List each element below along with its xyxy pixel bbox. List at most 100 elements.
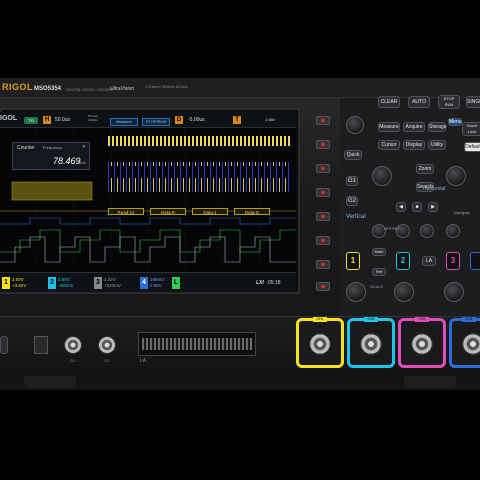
zoom-button[interactable]: Zoom — [416, 164, 434, 174]
la-button[interactable]: LA — [422, 256, 436, 266]
cursor-button[interactable]: Cursor — [378, 140, 400, 150]
bus-decode-label: Data:G — [234, 208, 270, 215]
ch1-scale-knob[interactable] — [346, 282, 366, 302]
default-button[interactable]: Default — [464, 142, 480, 152]
menu-button[interactable]: Menu — [448, 118, 462, 126]
vertical-section-label: Vertical — [346, 214, 366, 220]
counter-mode[interactable]: Frequency — [43, 145, 62, 150]
ch3-values: 1.32V +533mV — [104, 277, 121, 289]
softkey-2[interactable] — [316, 140, 330, 149]
ch3-tag[interactable]: 3 — [94, 277, 102, 289]
digital-burst — [108, 136, 290, 146]
horizontal-section-label: Horizontal — [423, 186, 446, 192]
horizontal-scale-knob[interactable] — [372, 166, 392, 186]
ch1-values: 2.00V +3.62V — [12, 277, 26, 289]
waveform-area — [0, 128, 296, 272]
scope-screen[interactable]: IGOL T'D H 50.0us 8GSa/s 10Mpts Measure … — [0, 112, 296, 292]
ch4-input-label: CH4 — [462, 317, 476, 322]
scale-label: SCALE — [370, 284, 384, 289]
ch1-bnc-connector[interactable] — [309, 333, 331, 355]
ch3-offset: +533mV — [104, 283, 121, 288]
softkey-4[interactable] — [316, 188, 330, 197]
left-foot — [24, 376, 76, 388]
touch-lock-button[interactable]: Touch Lock — [462, 122, 480, 136]
storage-button[interactable]: Storage — [428, 122, 447, 132]
counter-title: Counter — [17, 145, 35, 151]
power-button[interactable] — [0, 336, 8, 354]
ch4-values: 160mV 0.00V — [150, 277, 164, 289]
bus-decode-label: Data:1 — [192, 208, 228, 215]
nav-forward-button[interactable]: ▶ — [428, 202, 438, 212]
navigate-label: Navigate — [454, 210, 470, 215]
lxi-icon: LXI — [256, 280, 264, 286]
ch3-bnc-connector[interactable] — [411, 333, 433, 355]
ch2-scale: 2.00V — [58, 277, 70, 282]
oscilloscope-photo: RIGOL MSO5354 DIGITAL OSCILLOSCOPE Ultra… — [0, 0, 480, 480]
ch3-input-label: CH3 — [415, 317, 429, 322]
softkey-1[interactable] — [316, 116, 330, 125]
ch1-tag[interactable]: 1 — [2, 277, 10, 289]
ch2-offset: -400mV — [58, 283, 74, 288]
softkey-5[interactable] — [316, 212, 330, 221]
counter-value: 78.469 — [53, 156, 81, 166]
ch1-envelope — [11, 181, 93, 201]
ch1-button[interactable]: 1 — [346, 252, 360, 270]
la-pins — [142, 338, 252, 350]
ch2-button[interactable]: 2 — [396, 252, 410, 270]
ch4-offset-knob[interactable] — [446, 224, 460, 238]
ch2-values: 2.00V -400mV — [58, 277, 74, 289]
gen1-bnc-connector[interactable] — [64, 336, 82, 354]
ch3-offset-knob[interactable] — [420, 224, 434, 238]
digital-burst-2 — [108, 162, 290, 192]
model-spec-label: 4 Channel 350MHz 8GSa/s — [145, 85, 188, 89]
ch3-scale: 1.32V — [104, 277, 116, 282]
counter-close-icon[interactable]: ✕ — [82, 144, 86, 150]
measure-panel-button[interactable]: Measure — [378, 122, 400, 132]
gen1-label: G1 — [70, 358, 76, 363]
softkey-6[interactable] — [316, 236, 330, 245]
display-button[interactable]: Display — [403, 140, 425, 150]
quick-button[interactable]: Quick — [344, 150, 362, 160]
horizontal-position-knob[interactable] — [446, 166, 466, 186]
softkey-back[interactable] — [316, 282, 330, 291]
right-foot — [404, 376, 456, 388]
g1-button[interactable]: G1 — [346, 176, 358, 186]
digital-waveform-2 — [0, 236, 296, 263]
utility-button[interactable]: Utility — [428, 140, 446, 150]
la-tag[interactable]: L — [172, 277, 180, 289]
softkey-7[interactable] — [316, 260, 330, 269]
nav-back-button[interactable]: ◀ — [396, 202, 406, 212]
math-button[interactable]: Math — [372, 248, 386, 256]
usb-port[interactable] — [34, 336, 48, 354]
ch2-bnc-connector[interactable] — [360, 333, 382, 355]
acquire-button[interactable]: Acquire — [403, 122, 425, 132]
gen2-bnc-connector[interactable] — [98, 336, 116, 354]
channel-footer: 1 2.00V +3.62V 2 2.00V -400mV 3 1.32V +533m… — [0, 272, 296, 292]
ultravision-logo: UltraVision — [110, 86, 135, 92]
multipurpose-knob[interactable] — [346, 116, 364, 134]
g2-button[interactable]: G2 — [346, 196, 358, 206]
ch4-tag[interactable]: 4 — [140, 277, 148, 289]
stop-run-button[interactable]: STOP RUN — [438, 95, 460, 109]
ch2-input-label: CH2 — [364, 317, 378, 322]
counter-widget[interactable]: Counter Frequency ✕ 78.469 kHz — [12, 142, 90, 170]
ref-button[interactable]: Ref — [372, 268, 386, 276]
softkey-3[interactable] — [316, 164, 330, 173]
ch4-bnc-connector[interactable] — [462, 333, 480, 355]
ch3-scale-knob[interactable] — [444, 282, 464, 302]
nav-play-button[interactable]: ■ — [412, 202, 422, 212]
bus-decode-label: Data:R — [150, 208, 186, 215]
ch2-tag[interactable]: 2 — [48, 277, 56, 289]
ch1-offset: +3.62V — [12, 283, 27, 288]
ch2-scale-knob[interactable] — [394, 282, 414, 302]
model-name: MSO5354 — [34, 86, 62, 92]
clock: 05:18 — [268, 280, 281, 286]
clear-button[interactable]: CLEAR — [378, 96, 400, 108]
auto-button[interactable]: AUTO — [408, 96, 430, 108]
brand-logo: RIGOL — [2, 82, 33, 92]
ch3-button[interactable]: 3 — [446, 252, 460, 270]
ch4-button[interactable] — [470, 252, 480, 270]
bus-decode-label: Read:12 — [108, 208, 144, 215]
model-subtitle: DIGITAL OSCILLOSCOPE — [66, 87, 114, 92]
single-button[interactable]: SINGLE — [466, 96, 480, 108]
